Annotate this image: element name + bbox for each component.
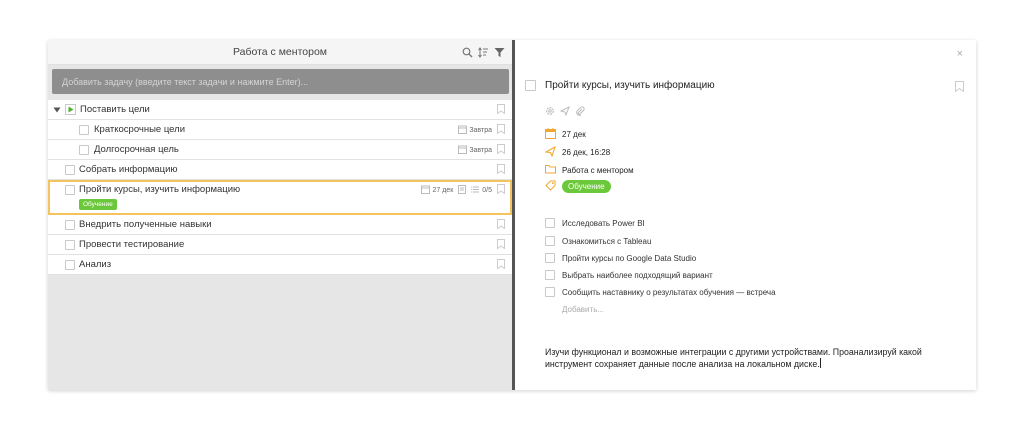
bookmark-icon[interactable] [497,164,505,177]
due-date-row[interactable]: 27 дек [545,128,586,141]
bookmark-icon[interactable] [497,144,505,157]
task-list-pane: Работа с ментором Добавить задачу (введи… [48,40,512,390]
task-checkbox[interactable] [65,220,75,230]
list-title: Работа с ментором [232,46,328,58]
subtask-item[interactable]: Пройти курсы по Google Data Studio [545,253,696,263]
task-meta: Завтра [458,145,492,156]
task-complete-checkbox[interactable] [525,80,536,91]
subtask-checkbox[interactable] [545,218,555,228]
subtask-item[interactable]: Ознакомиться с Tableau [545,236,651,246]
calendar-icon [458,125,468,136]
due-date-value: 27 дек [562,130,586,139]
task-row[interactable]: Долгосрочная цель Завтра [48,140,512,160]
add-subtask-input[interactable]: Добавить... [562,305,604,314]
subtask-count: 0/5 [482,187,492,194]
bookmark-icon[interactable] [955,79,964,97]
calendar-icon [421,185,431,196]
folder-icon [545,164,556,176]
task-row[interactable]: Краткосрочные цели Завтра [48,120,512,140]
bookmark-icon[interactable] [497,219,505,232]
tag-icon [545,180,556,193]
task-note[interactable]: Изучи функционал и возможные интеграции … [545,346,965,370]
bookmark-icon[interactable] [497,124,505,137]
detail-actions [545,103,585,121]
subtask-item[interactable]: Выбрать наиболее подходящий вариант [545,270,713,280]
task-row-selected[interactable]: Пройти курсы, изучить информацию Обучени… [48,180,512,215]
task-label: Внедрить полученные навыки [79,219,212,230]
task-label: Провести тестирование [79,239,185,250]
subtask-label: Исследовать Power BI [562,218,645,228]
text-caret [819,358,821,368]
task-label: Пройти курсы, изучить информацию [79,184,241,195]
subtask-label: Выбрать наиболее подходящий вариант [562,270,713,280]
task-checkbox[interactable] [79,145,89,155]
subtask-label: Ознакомиться с Tableau [562,236,652,246]
task-label: Поставить цели [80,104,150,115]
task-label: Собрать информацию [79,164,178,175]
task-checkbox[interactable] [65,260,75,270]
close-button[interactable]: × [957,48,963,60]
project-row[interactable]: Работа с ментором [545,164,634,176]
attachment-icon[interactable] [575,103,585,121]
add-task-input[interactable] [52,69,509,94]
detail-title[interactable]: Пройти курсы, изучить информацию [545,80,715,91]
bookmark-icon[interactable] [497,104,505,117]
task-checkbox[interactable] [79,125,89,135]
task-row[interactable]: Внедрить полученные навыки [48,215,512,235]
task-row[interactable]: Анализ [48,255,512,275]
play-icon[interactable] [65,104,76,118]
task-checkbox[interactable] [65,165,75,175]
task-checkbox[interactable] [65,240,75,250]
note-text: Изучи функционал и возможные интеграции … [545,347,922,369]
subtask-checkbox[interactable] [545,270,555,280]
collapse-arrow-icon[interactable] [53,106,61,117]
subtask-item[interactable]: Исследовать Power BI [545,218,645,228]
subtask-checkbox[interactable] [545,253,555,263]
task-checkbox[interactable] [65,185,75,195]
due-date: 27 дек [432,187,454,194]
reminder-send-icon [544,145,556,159]
subtask-label: Пройти курсы по Google Data Studio [562,253,697,263]
reminder-row[interactable]: 26 дек, 16:28 [544,145,611,159]
tag-badge[interactable]: Обучение [79,199,117,210]
send-icon[interactable] [559,103,570,121]
search-icon[interactable] [462,45,473,63]
tag-row[interactable]: Обучение [545,180,611,193]
due-date: Завтра [469,147,492,154]
list-tools [462,45,505,63]
subtask-checkbox[interactable] [545,236,555,246]
subtask-item[interactable]: Сообщить наставнику о результатах обучен… [545,287,776,297]
sort-icon[interactable] [478,45,489,63]
settings-icon[interactable] [545,103,555,121]
due-date: Завтра [469,127,492,134]
tag-badge[interactable]: Обучение [562,180,611,193]
bookmark-icon[interactable] [497,184,505,197]
note-icon [458,185,467,196]
task-meta: 27 дек 0/5 [421,185,492,196]
bookmark-icon[interactable] [497,239,505,252]
task-detail-pane: × Пройти курсы, изучить информацию 27 де… [515,40,976,390]
subtasks-icon [471,185,480,196]
task-label: Долгосрочная цель [94,144,179,155]
calendar-icon [458,145,468,156]
filter-icon[interactable] [494,45,505,63]
task-meta: Завтра [458,125,492,136]
list-header: Работа с ментором [48,40,512,65]
task-label: Краткосрочные цели [94,124,185,135]
add-task-bar [52,69,509,94]
task-row[interactable]: Собрать информацию [48,160,512,180]
task-row[interactable]: Провести тестирование [48,235,512,255]
task-list: Поставить цели Краткосрочные цели Завтра… [48,100,512,275]
subtask-checkbox[interactable] [545,287,555,297]
calendar-icon [545,128,556,141]
task-label: Анализ [79,259,112,270]
task-row[interactable]: Поставить цели [48,100,512,120]
bookmark-icon[interactable] [497,259,505,272]
app-window: Работа с ментором Добавить задачу (введи… [48,40,976,390]
project-value: Работа с ментором [562,165,634,175]
subtask-label: Сообщить наставнику о результатах обучен… [562,287,776,297]
reminder-value: 26 дек, 16:28 [562,148,611,157]
